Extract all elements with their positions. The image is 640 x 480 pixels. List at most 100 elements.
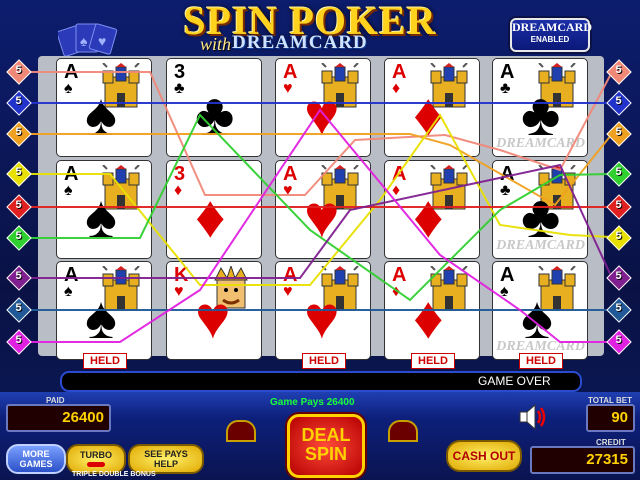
payline-indicator: 5 (6, 90, 32, 116)
payline-indicator: 5 (6, 121, 32, 147)
turbo-button[interactable]: TURBO (66, 444, 126, 474)
held-label: HELD (83, 353, 127, 369)
playing-card[interactable]: A ♠ ♠ (56, 58, 152, 157)
playing-card[interactable]: A ♠ ♠ (56, 160, 152, 259)
held-label: HELD (519, 353, 563, 369)
card-rank: A (392, 264, 407, 286)
message-bar: GAME OVER (60, 371, 582, 392)
card-suit-small: ♦ (392, 283, 401, 300)
card-suit-large: ♣ (195, 81, 235, 148)
card-rank: A (64, 61, 79, 83)
paid-meter: 26400 (6, 404, 111, 432)
console-ornament-left (226, 420, 256, 442)
game-pays-text: Game Pays 26400 (270, 397, 355, 408)
playing-card[interactable]: 3 ♦ ♦ (166, 160, 262, 259)
card-suit-small: ♥ (283, 80, 293, 97)
card-suit-large: ♦ (413, 284, 444, 351)
card-suit-large: ♠ (85, 81, 117, 148)
playing-card[interactable]: A ♦ ♦ (384, 160, 480, 259)
playing-card[interactable]: K ♥ ♥ (166, 261, 262, 360)
svg-text:♥: ♥ (98, 33, 106, 49)
payline-indicator: 5 (6, 59, 32, 85)
card-suit-small: ♥ (283, 182, 293, 199)
card-suit-large: ♦ (413, 183, 444, 250)
card-suit-small: ♣ (500, 182, 511, 199)
card-suit-small: ♥ (174, 283, 184, 300)
payline-indicator: 5 (606, 297, 632, 323)
playing-card[interactable]: A ♠ ♠ DREAMCARD (492, 261, 588, 360)
card-rank: A (283, 61, 298, 83)
held-label: HELD (302, 353, 346, 369)
card-suit-large: ♥ (304, 284, 340, 351)
badge-line2: ENABLED (530, 35, 570, 44)
payline-indicator: 5 (6, 161, 32, 187)
card-suit-small: ♠ (64, 283, 73, 300)
more-games-label: MORE GAMES (19, 449, 53, 469)
card-suit-large: ♥ (304, 183, 340, 250)
game-name: TRIPLE DOUBLE BONUS (72, 471, 156, 478)
card-rank: 3 (174, 61, 186, 83)
card-rank: A (500, 163, 515, 185)
playing-card[interactable]: A ♦ ♦ (384, 261, 480, 360)
payline-indicator: 5 (606, 265, 632, 291)
payline-indicator: 5 (606, 329, 632, 355)
card-suit-large: ♦ (413, 81, 444, 148)
spin-label: SPIN (304, 444, 347, 464)
payline-indicator: 5 (606, 121, 632, 147)
speaker-icon[interactable] (518, 402, 548, 432)
card-suit-large: ♥ (304, 81, 340, 148)
card-suit-small: ♥ (283, 283, 293, 300)
card-suit-large: ♠ (85, 183, 117, 250)
see-pays-label: SEE PAYS HELP (144, 449, 188, 469)
playing-card[interactable]: A ♦ ♦ (384, 58, 480, 157)
card-rank: A (500, 61, 515, 83)
payline-indicator: 5 (6, 225, 32, 251)
playing-card[interactable]: A ♥ ♥ (275, 261, 371, 360)
card-suit-small: ♠ (64, 182, 73, 199)
deal-spin-button[interactable]: DEAL SPIN (287, 414, 365, 478)
held-label: HELD (411, 353, 455, 369)
payline-indicator: 5 (606, 194, 632, 220)
card-deck-icon: ♠ ♥ (58, 23, 118, 56)
card-rank: A (64, 264, 79, 286)
card-rank: A (392, 61, 407, 83)
game-logo: SPIN POKER with DREAMCARD (120, 1, 500, 55)
console-ornament-right (388, 420, 418, 442)
card-suit-small: ♦ (392, 182, 401, 199)
cash-out-label: CASH OUT (452, 449, 516, 463)
playing-card[interactable]: 3 ♣ ♣ (166, 58, 262, 157)
card-rank: A (283, 163, 298, 185)
playing-card[interactable]: A ♠ ♠ (56, 261, 152, 360)
more-games-button[interactable]: MORE GAMES (6, 444, 66, 474)
playing-card[interactable]: A ♣ ♣ DREAMCARD (492, 160, 588, 259)
total-bet-meter: 90 (586, 404, 635, 432)
cash-out-button[interactable]: CASH OUT (446, 440, 522, 472)
payline-indicator: 5 (6, 297, 32, 323)
card-rank: 3 (174, 163, 186, 185)
dreamcard-watermark: DREAMCARD (496, 238, 585, 253)
card-rank: K (174, 264, 189, 286)
card-rank: A (500, 264, 515, 286)
card-suit-large: ♦ (195, 183, 226, 250)
dreamcard-watermark: DREAMCARD (496, 136, 585, 151)
payline-indicator: 5 (6, 194, 32, 220)
svg-text:♠: ♠ (80, 33, 88, 49)
game-status: GAME OVER (478, 374, 551, 388)
card-rank: A (64, 163, 79, 185)
card-suit-small: ♠ (500, 283, 509, 300)
dreamcard-enabled-badge: DREAMCARD ENABLED (510, 18, 592, 52)
payline-indicator: 5 (6, 329, 32, 355)
card-suit-large: ♥ (195, 284, 231, 351)
card-suit-small: ♣ (174, 80, 185, 97)
playing-card[interactable]: A ♥ ♥ (275, 58, 371, 157)
payline-indicator: 5 (606, 225, 632, 251)
playing-card[interactable]: A ♣ ♣ DREAMCARD (492, 58, 588, 157)
see-pays-help-button[interactable]: SEE PAYS HELP (128, 444, 204, 474)
playing-card[interactable]: A ♥ ♥ (275, 160, 371, 259)
card-suit-small: ♦ (174, 182, 183, 199)
card-suit-small: ♦ (392, 80, 401, 97)
badge-line1: DREAMCARD (512, 20, 592, 34)
credit-meter: 27315 (530, 446, 635, 474)
card-suit-small: ♠ (64, 80, 73, 97)
payline-indicator: 5 (606, 90, 632, 116)
